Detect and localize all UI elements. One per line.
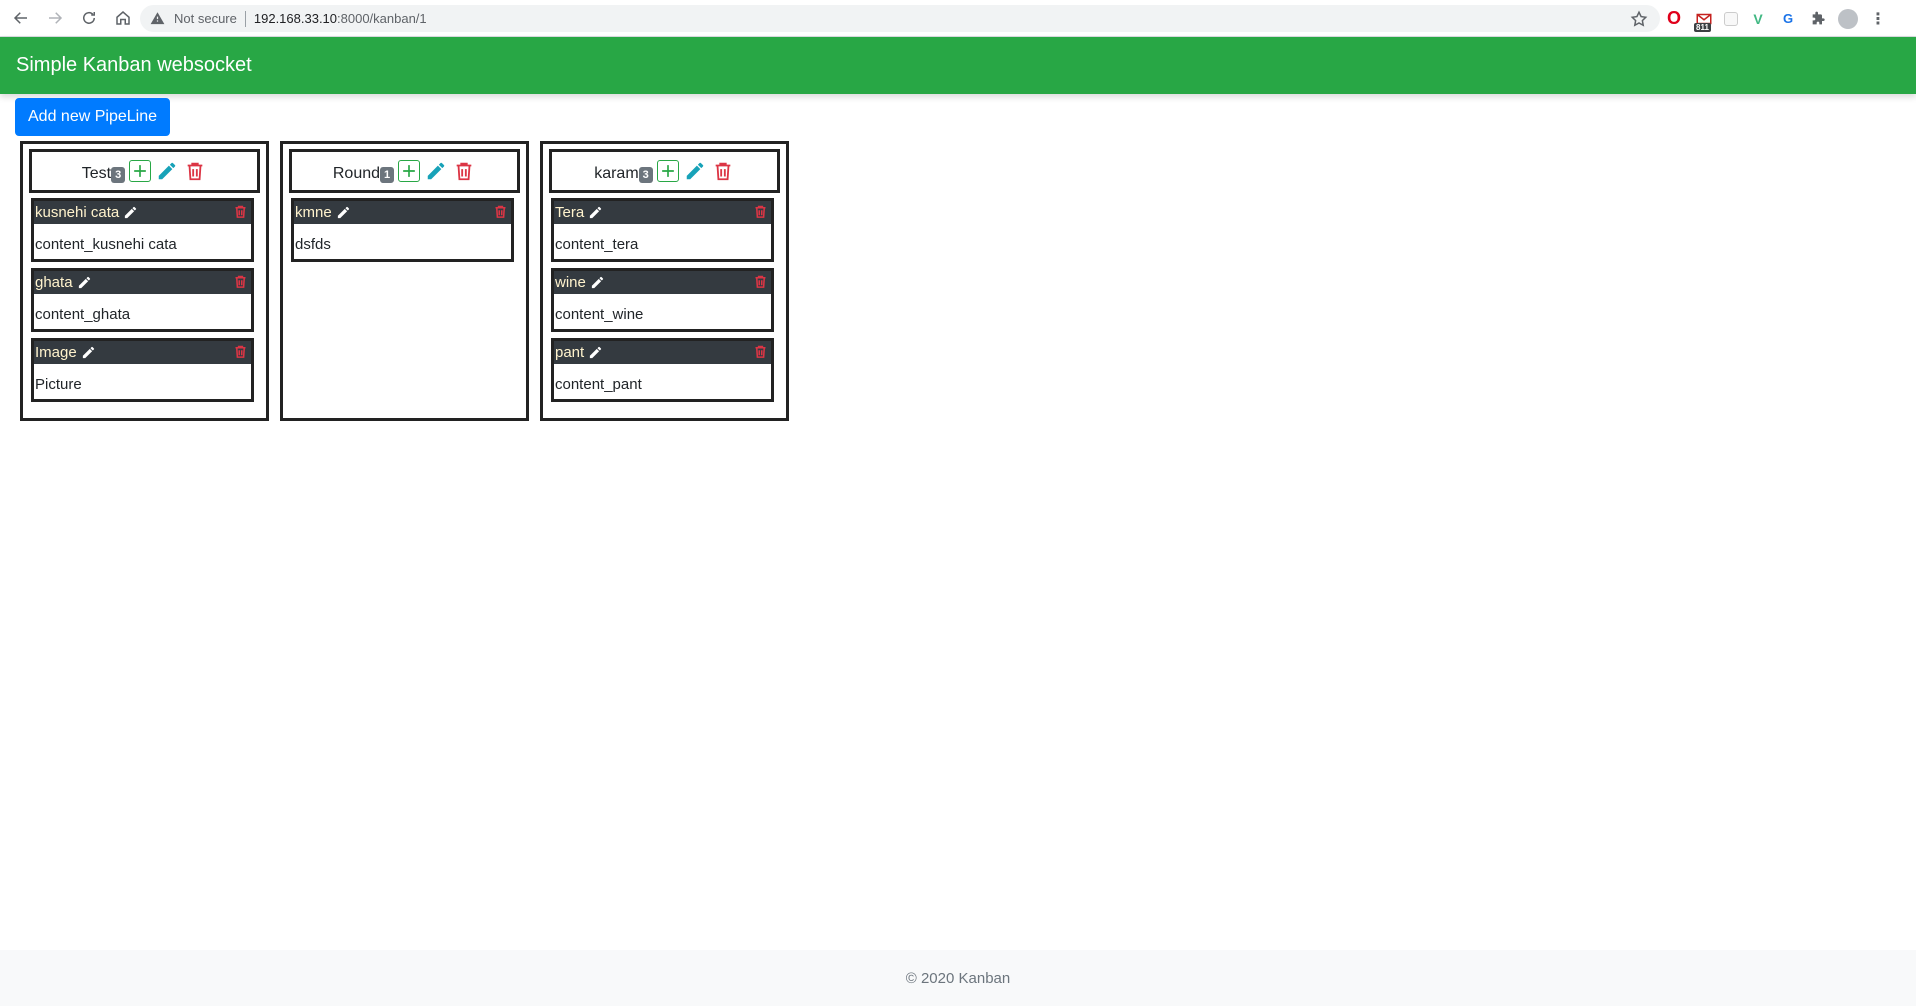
- delete-card-trash-icon[interactable]: [753, 274, 769, 290]
- delete-pipeline-trash-icon[interactable]: [183, 159, 207, 183]
- delete-pipeline-trash-icon[interactable]: [711, 159, 735, 183]
- pipeline-title: Test: [81, 165, 112, 182]
- mail-count-badge: 811: [1694, 22, 1711, 32]
- card-content: Picture: [35, 376, 82, 393]
- extensions-bar: O 811 V G ⋮: [1664, 0, 1888, 37]
- card-content: content_pant: [555, 376, 642, 393]
- footer-copyright: © 2020 Kanban: [905, 969, 1011, 987]
- add-card-button[interactable]: [129, 160, 152, 182]
- card-content: content_wine: [555, 306, 644, 323]
- app-brand[interactable]: Simple Kanban websocket: [16, 54, 252, 77]
- warning-icon: [150, 11, 166, 27]
- opera-extension-icon[interactable]: O: [1664, 8, 1684, 29]
- home-icon[interactable]: [110, 5, 136, 31]
- edit-card-pencil-icon[interactable]: [123, 205, 139, 221]
- app-navbar: Simple Kanban websocket: [0, 37, 1916, 94]
- mail-extension-icon[interactable]: 811: [1694, 9, 1714, 32]
- security-label: Not secure: [174, 11, 237, 26]
- card-title: wine: [555, 274, 586, 291]
- card-content: content_ghata: [35, 306, 131, 323]
- card-header: ghata: [34, 271, 251, 294]
- delete-card-trash-icon[interactable]: [753, 344, 769, 360]
- card[interactable]: pant content_pant: [551, 338, 774, 402]
- card-title: kusnehi cata: [35, 204, 120, 221]
- edit-card-pencil-icon[interactable]: [336, 205, 352, 221]
- browser-toolbar: Not secure 192.168.33.10 :8000/kanban/1 …: [0, 0, 1916, 37]
- card-count-badge: 1: [380, 167, 395, 183]
- edit-pipeline-pencil-icon[interactable]: [424, 159, 448, 183]
- bookmark-star-icon[interactable]: [1630, 10, 1648, 28]
- card[interactable]: wine content_wine: [551, 268, 774, 332]
- pipeline-karam: karam 3 Tera content_tera wine content_w…: [540, 141, 789, 421]
- extensions-puzzle-icon[interactable]: [1808, 9, 1828, 29]
- pipeline-header: Test 3: [29, 149, 260, 193]
- pipeline-header: Round 1: [289, 149, 520, 193]
- vue-devtools-icon[interactable]: V: [1748, 9, 1768, 29]
- edit-card-pencil-icon[interactable]: [588, 345, 604, 361]
- card-content: content_kusnehi cata: [35, 236, 177, 253]
- card-content: content_tera: [555, 236, 639, 253]
- url-host: 192.168.33.10: [253, 11, 338, 26]
- blank-extension-icon[interactable]: [1724, 11, 1738, 26]
- card-title: kmne: [295, 204, 332, 221]
- pipeline-test: Test 3 kusnehi cata content_kusnehi cata…: [20, 141, 269, 421]
- delete-card-trash-icon[interactable]: [233, 344, 249, 360]
- page-footer: © 2020 Kanban: [0, 950, 1916, 1006]
- card[interactable]: kmne dsfds: [291, 198, 514, 262]
- pipeline-header: karam 3: [549, 149, 780, 193]
- add-card-button[interactable]: [398, 160, 421, 182]
- card-header: pant: [554, 341, 771, 364]
- delete-card-trash-icon[interactable]: [753, 204, 769, 220]
- add-pipeline-button[interactable]: Add new PipeLine: [15, 98, 170, 136]
- card-title: Image: [35, 344, 77, 361]
- card[interactable]: Tera content_tera: [551, 198, 774, 262]
- card-header: wine: [554, 271, 771, 294]
- card-count-badge: 3: [638, 167, 653, 183]
- edit-pipeline-pencil-icon[interactable]: [155, 159, 179, 183]
- address-bar[interactable]: Not secure 192.168.33.10 :8000/kanban/1: [140, 5, 1660, 32]
- card-header: Image: [34, 341, 251, 364]
- delete-card-trash-icon[interactable]: [233, 274, 249, 290]
- edit-card-pencil-icon[interactable]: [588, 205, 604, 221]
- edit-card-pencil-icon[interactable]: [81, 345, 97, 361]
- pipeline-title: karam: [594, 165, 639, 182]
- reload-icon[interactable]: [76, 5, 102, 31]
- card-title: ghata: [35, 274, 73, 291]
- card[interactable]: kusnehi cata content_kusnehi cata: [31, 198, 254, 262]
- card-count-badge: 3: [111, 167, 126, 183]
- delete-pipeline-trash-icon[interactable]: [452, 159, 476, 183]
- card-title: pant: [555, 344, 585, 361]
- back-icon[interactable]: [8, 5, 34, 31]
- card-header: kmne: [294, 201, 511, 224]
- pipeline-round: Round 1 kmne dsfds: [280, 141, 529, 421]
- translate-extension-icon[interactable]: G: [1778, 9, 1798, 29]
- card[interactable]: ghata content_ghata: [31, 268, 254, 332]
- card-header: Tera: [554, 201, 771, 224]
- url-path: :8000/kanban/1: [337, 11, 427, 26]
- kanban-board: Test 3 kusnehi cata content_kusnehi cata…: [20, 141, 789, 421]
- omnibox-separator: [244, 10, 246, 27]
- card-content: dsfds: [295, 236, 331, 253]
- add-card-button[interactable]: [656, 160, 679, 182]
- pipeline-title: Round: [332, 165, 381, 182]
- forward-icon[interactable]: [42, 5, 68, 31]
- card[interactable]: Image Picture: [31, 338, 254, 402]
- browser-menu-icon[interactable]: ⋮: [1868, 9, 1888, 29]
- delete-card-trash-icon[interactable]: [233, 204, 249, 220]
- profile-avatar-icon[interactable]: [1838, 8, 1858, 29]
- card-header: kusnehi cata: [34, 201, 251, 224]
- edit-pipeline-pencil-icon[interactable]: [683, 159, 707, 183]
- edit-card-pencil-icon[interactable]: [77, 275, 93, 291]
- card-title: Tera: [555, 204, 585, 221]
- edit-card-pencil-icon[interactable]: [590, 275, 606, 291]
- delete-card-trash-icon[interactable]: [493, 204, 509, 220]
